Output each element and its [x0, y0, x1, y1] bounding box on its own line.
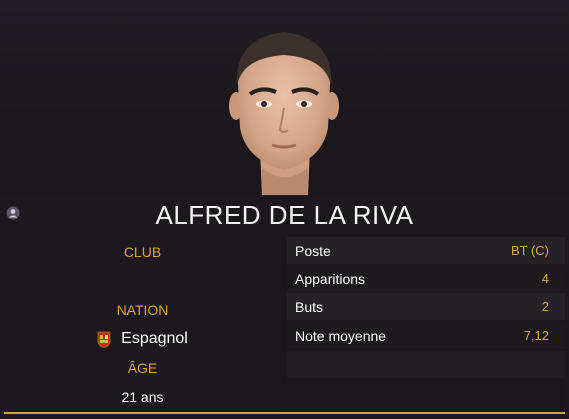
stat-label: Note moyenne: [295, 327, 387, 344]
player-details: CLUB NATION Espagnol ÂGE 21 ans: [4, 236, 281, 411]
age-label: ÂGE: [127, 360, 158, 376]
empty-row: [287, 351, 565, 378]
stat-row-buts: Buts 2: [287, 293, 565, 320]
stats-table: Poste BT (C) Apparitions 4 Buts 2 Note m…: [287, 236, 565, 411]
stat-row-poste: Poste BT (C): [287, 237, 565, 264]
stat-value: BT (C): [510, 243, 549, 258]
age-value: 21 ans: [121, 389, 164, 405]
stat-row-apparitions: Apparitions 4: [287, 265, 565, 292]
spain-crest-icon: [97, 331, 111, 348]
stat-value: 4: [541, 271, 549, 286]
nation-value: Espagnol: [121, 330, 188, 347]
nation-label: NATION: [116, 302, 169, 318]
stat-label: Buts: [295, 298, 324, 315]
player-portrait: [229, 32, 339, 195]
portrait-area: [0, 0, 569, 195]
stat-label: Poste: [295, 242, 331, 259]
stat-label: Apparitions: [295, 270, 366, 287]
stat-row-note-moyenne: Note moyenne 7,12: [287, 322, 565, 349]
club-label: CLUB: [123, 244, 162, 260]
player-info-panel: CLUB NATION Espagnol ÂGE 21 ans Poste BT…: [4, 236, 565, 411]
bottom-accent-line: [4, 412, 565, 414]
stat-value: 7,12: [523, 328, 549, 343]
stat-value: 2: [541, 299, 549, 314]
nation-value-row[interactable]: Espagnol: [4, 329, 281, 349]
player-name: ALFRED DE LA RIVA: [155, 200, 414, 230]
